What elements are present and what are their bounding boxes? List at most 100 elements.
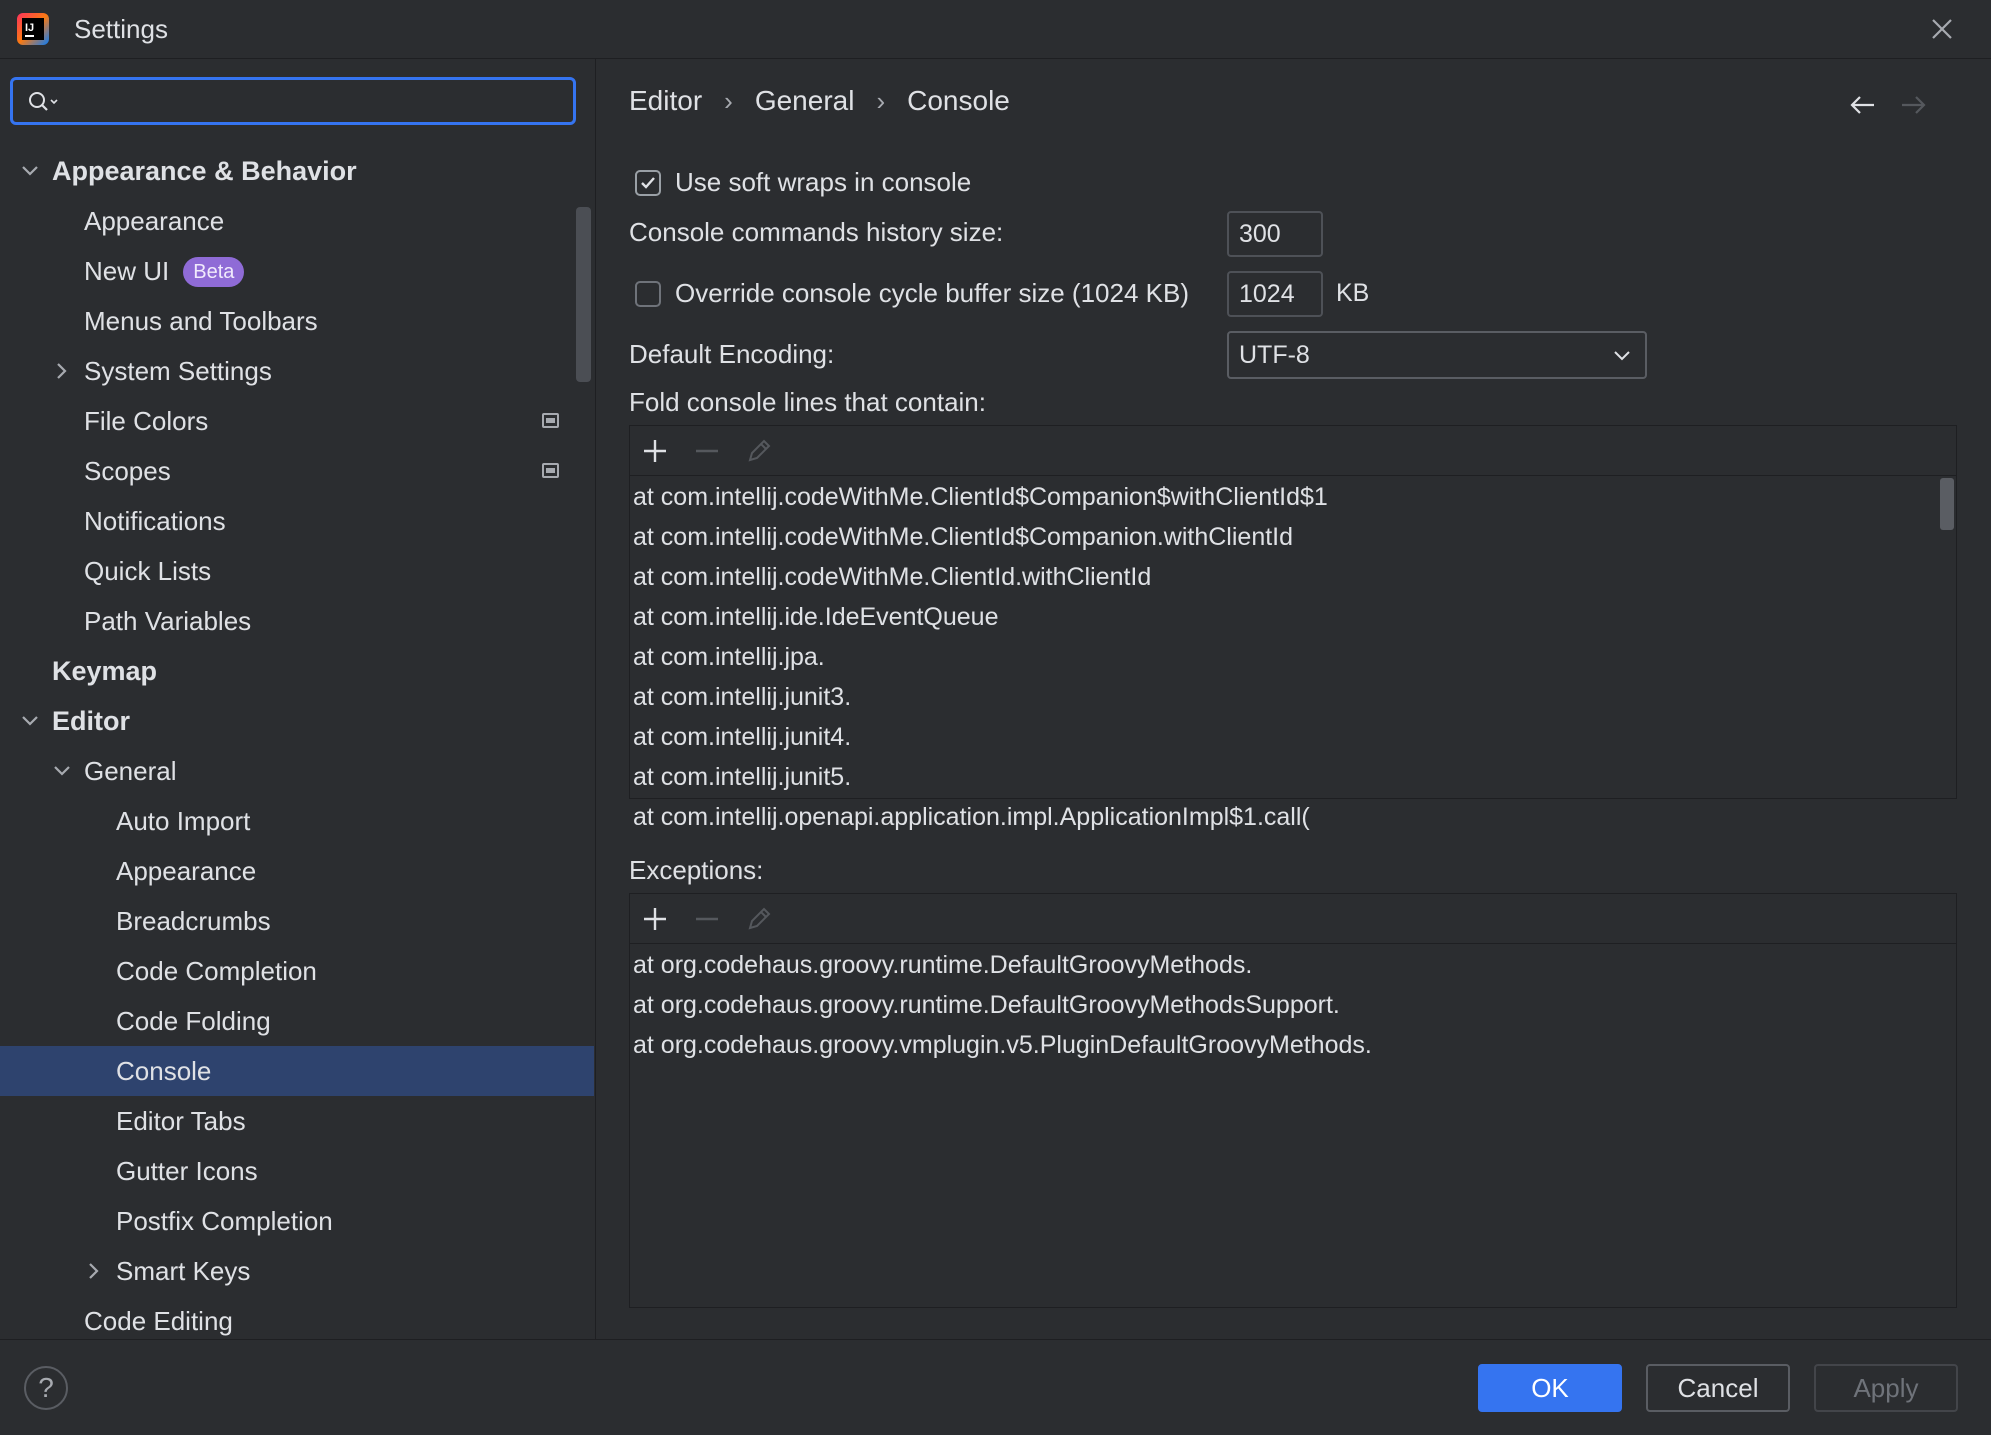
list-item[interactable]: at com.intellij.jpa. [630, 637, 1956, 677]
remove-icon[interactable] [692, 436, 722, 466]
tree-item-label: File Colors [84, 406, 209, 436]
tree-item-path-variables[interactable]: Path Variables [0, 596, 594, 646]
list-item[interactable]: at com.intellij.codeWithMe.ClientId$Comp… [630, 517, 1956, 557]
chevron-down-icon[interactable] [52, 761, 72, 781]
checkmark-icon [641, 177, 655, 189]
tree-item-appearance-behavior[interactable]: Appearance & Behavior [0, 146, 594, 196]
add-icon[interactable] [640, 436, 670, 466]
tree-item-code-completion[interactable]: Code Completion [0, 946, 594, 996]
tree-item-label: Breadcrumbs [116, 906, 271, 936]
chevron-down-icon[interactable] [20, 711, 40, 731]
breadcrumb-item[interactable]: General [755, 85, 855, 116]
tree-item-system-settings[interactable]: System Settings [0, 346, 594, 396]
apply-button[interactable]: Apply [1814, 1364, 1958, 1412]
list-item[interactable]: at com.intellij.openapi.application.impl… [630, 797, 1956, 837]
tree-item-label: Appearance & Behavior [52, 156, 357, 186]
encoding-select[interactable]: UTF-8 [1227, 331, 1647, 379]
forward-arrow-icon[interactable] [1898, 93, 1928, 117]
back-arrow-icon[interactable] [1848, 93, 1878, 117]
tree-item-label-wrap: New UI Beta [84, 246, 245, 296]
tree-item-keymap[interactable]: Keymap [0, 646, 594, 696]
chevron-right-icon[interactable] [84, 1261, 104, 1281]
list-item[interactable]: at com.intellij.junit5. [630, 757, 1956, 797]
tree-item-menus-toolbars[interactable]: Menus and Toolbars [0, 296, 594, 346]
cycle-buffer-field[interactable]: 1024 [1227, 271, 1323, 317]
history-size-field[interactable]: 300 [1227, 211, 1323, 257]
list-item[interactable]: at com.intellij.junit3. [630, 677, 1956, 717]
fold-lines-list: at com.intellij.codeWithMe.ClientId$Comp… [630, 477, 1956, 837]
chevron-right-icon[interactable] [52, 361, 72, 381]
search-input[interactable] [69, 84, 563, 120]
fold-lines-panel: at com.intellij.codeWithMe.ClientId$Comp… [629, 425, 1957, 831]
tree-item-file-colors[interactable]: File Colors [0, 396, 594, 446]
tree-item-editor[interactable]: Editor [0, 696, 594, 746]
ok-button[interactable]: OK [1478, 1364, 1622, 1412]
exceptions-panel: at org.codehaus.groovy.runtime.DefaultGr… [629, 893, 1957, 1308]
tree-item-scopes[interactable]: Scopes [0, 446, 594, 496]
encoding-label: Default Encoding: [629, 339, 835, 369]
breadcrumb-item[interactable]: Editor [629, 85, 702, 116]
tree-item-label: Appearance [116, 856, 257, 886]
tree-item-label: Code Completion [116, 956, 317, 986]
window-title: Settings [74, 14, 168, 44]
tree-item-label: Notifications [84, 506, 226, 536]
cycle-buffer-checkbox[interactable] [635, 281, 661, 307]
list-item[interactable]: at org.codehaus.groovy.vmplugin.v5.Plugi… [630, 1025, 1956, 1065]
settings-window: IJ Settings Appearance & Behavior Appear… [0, 0, 1991, 1435]
tree-item-label: Auto Import [116, 806, 251, 836]
project-level-icon [542, 413, 559, 428]
help-button[interactable]: ? [24, 1366, 68, 1410]
tree-item-postfix-completion[interactable]: Postfix Completion [0, 1196, 594, 1246]
intellij-app-icon: IJ [17, 13, 49, 45]
add-icon[interactable] [640, 904, 670, 934]
fold-lines-scrollbar[interactable] [1940, 478, 1954, 530]
settings-tree: Appearance & Behavior Appearance New UI B… [0, 146, 594, 1346]
fold-lines-toolbar [630, 426, 1956, 476]
tree-item-editor-tabs[interactable]: Editor Tabs [0, 1096, 594, 1146]
tree-item-label: Editor [52, 706, 130, 736]
tree-item-quick-lists[interactable]: Quick Lists [0, 546, 594, 596]
tree-item-code-folding[interactable]: Code Folding [0, 996, 594, 1046]
tree-item-notifications[interactable]: Notifications [0, 496, 594, 546]
list-item[interactable]: at com.intellij.codeWithMe.ClientId.with… [630, 557, 1956, 597]
encoding-value: UTF-8 [1239, 341, 1310, 369]
list-item[interactable]: at com.intellij.codeWithMe.ClientId$Comp… [630, 477, 1956, 517]
tree-item-console[interactable]: Console [0, 1046, 594, 1096]
tree-item-label: General [84, 756, 177, 786]
chevron-right-icon: › [876, 86, 886, 116]
title-bar: IJ Settings [0, 0, 1991, 59]
chevron-down-icon[interactable] [20, 161, 40, 181]
list-item[interactable]: at com.intellij.junit4. [630, 717, 1956, 757]
tree-item-smart-keys[interactable]: Smart Keys [0, 1246, 594, 1296]
beta-badge: Beta [183, 257, 245, 287]
tree-item-label: Console [116, 1056, 212, 1086]
list-item[interactable]: at org.codehaus.groovy.runtime.DefaultGr… [630, 985, 1956, 1025]
tree-item-gutter-icons[interactable]: Gutter Icons [0, 1146, 594, 1196]
cancel-button[interactable]: Cancel [1646, 1364, 1790, 1412]
tree-item-label: Path Variables [84, 606, 252, 636]
sidebar-scrollbar[interactable] [576, 207, 591, 382]
settings-content: Editor › General › Console Use soft wraps in… [595, 59, 1991, 1339]
tree-item-general[interactable]: General [0, 746, 594, 796]
search-field[interactable] [10, 77, 576, 125]
remove-icon[interactable] [692, 904, 722, 934]
cycle-buffer-label: Override console cycle buffer size (1024… [675, 278, 1189, 308]
fold-lines-label: Fold console lines that contain: [629, 387, 986, 417]
exceptions-toolbar [630, 894, 1956, 944]
tree-item-editor-appearance[interactable]: Appearance [0, 846, 594, 896]
list-item[interactable]: at com.intellij.ide.IdeEventQueue [630, 597, 1956, 637]
edit-icon[interactable] [744, 436, 774, 466]
project-level-icon [542, 463, 559, 478]
tree-item-label: Menus and Toolbars [84, 306, 318, 336]
search-icon [29, 92, 58, 111]
tree-item-appearance[interactable]: Appearance [0, 196, 594, 246]
breadcrumb-item: Console [907, 85, 1010, 116]
tree-item-new-ui[interactable]: New UI Beta [0, 246, 594, 296]
soft-wraps-checkbox[interactable] [635, 170, 661, 196]
list-item[interactable]: at org.codehaus.groovy.runtime.DefaultGr… [630, 945, 1956, 985]
breadcrumb: Editor › General › Console [629, 85, 1010, 117]
edit-icon[interactable] [744, 904, 774, 934]
tree-item-breadcrumbs[interactable]: Breadcrumbs [0, 896, 594, 946]
close-icon[interactable] [1927, 14, 1957, 44]
tree-item-auto-import[interactable]: Auto Import [0, 796, 594, 846]
